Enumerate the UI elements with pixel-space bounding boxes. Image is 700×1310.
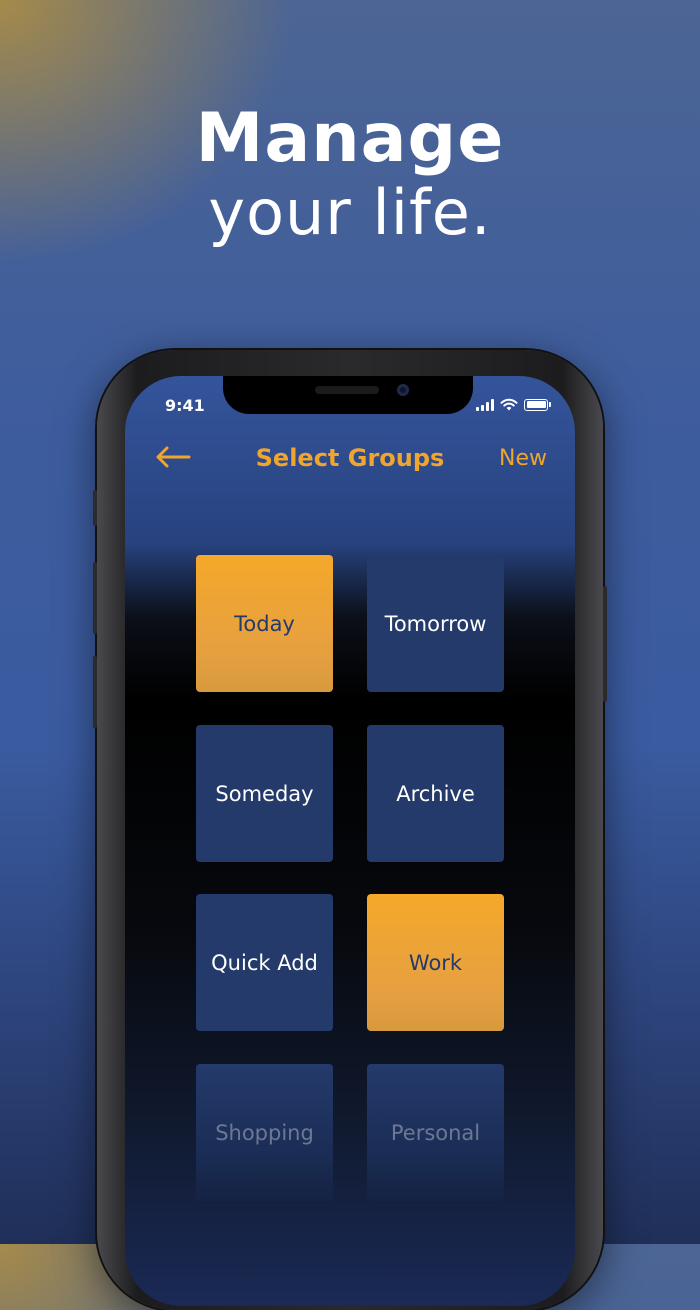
battery-icon	[524, 398, 551, 411]
group-tile-archive[interactable]: Archive	[367, 725, 504, 862]
group-label: Someday	[215, 781, 314, 806]
volume-up-button	[93, 562, 97, 634]
group-tile-quick-add[interactable]: Quick Add	[196, 894, 333, 1031]
wifi-icon	[500, 398, 518, 411]
silent-switch	[93, 490, 97, 526]
status-icons	[476, 398, 551, 411]
phone-screen: 9:41 Select Groups New Today Tomorrow So…	[125, 376, 575, 1306]
group-label: Personal	[390, 1120, 481, 1145]
volume-down-button	[93, 656, 97, 728]
headline: Manage your life.	[0, 98, 700, 250]
notch	[223, 376, 473, 414]
group-tile-shopping[interactable]: Shopping	[196, 1064, 333, 1201]
power-button	[603, 586, 607, 702]
front-camera	[397, 384, 409, 396]
navbar: Select Groups New	[125, 434, 575, 484]
group-label: Today	[234, 611, 295, 636]
status-time: 9:41	[165, 396, 205, 415]
group-label: Quick Add	[211, 950, 318, 975]
group-tile-someday[interactable]: Someday	[196, 725, 333, 862]
group-tile-work[interactable]: Work	[367, 894, 504, 1031]
group-label: Shopping	[215, 1120, 314, 1145]
phone-frame: 9:41 Select Groups New Today Tomorrow So…	[93, 350, 607, 1310]
headline-bold: Manage	[195, 99, 505, 178]
cellular-signal-icon	[476, 398, 494, 411]
group-label: Tomorrow	[384, 611, 487, 636]
headline-light: your life.	[208, 176, 492, 249]
group-label: Archive	[396, 781, 475, 806]
group-tile-personal[interactable]: Personal	[367, 1064, 504, 1201]
group-label: Work	[408, 950, 463, 975]
group-tile-tomorrow[interactable]: Tomorrow	[367, 555, 504, 692]
group-tile-today[interactable]: Today	[196, 555, 333, 692]
speaker	[315, 386, 379, 394]
new-group-button[interactable]: New	[499, 446, 547, 471]
